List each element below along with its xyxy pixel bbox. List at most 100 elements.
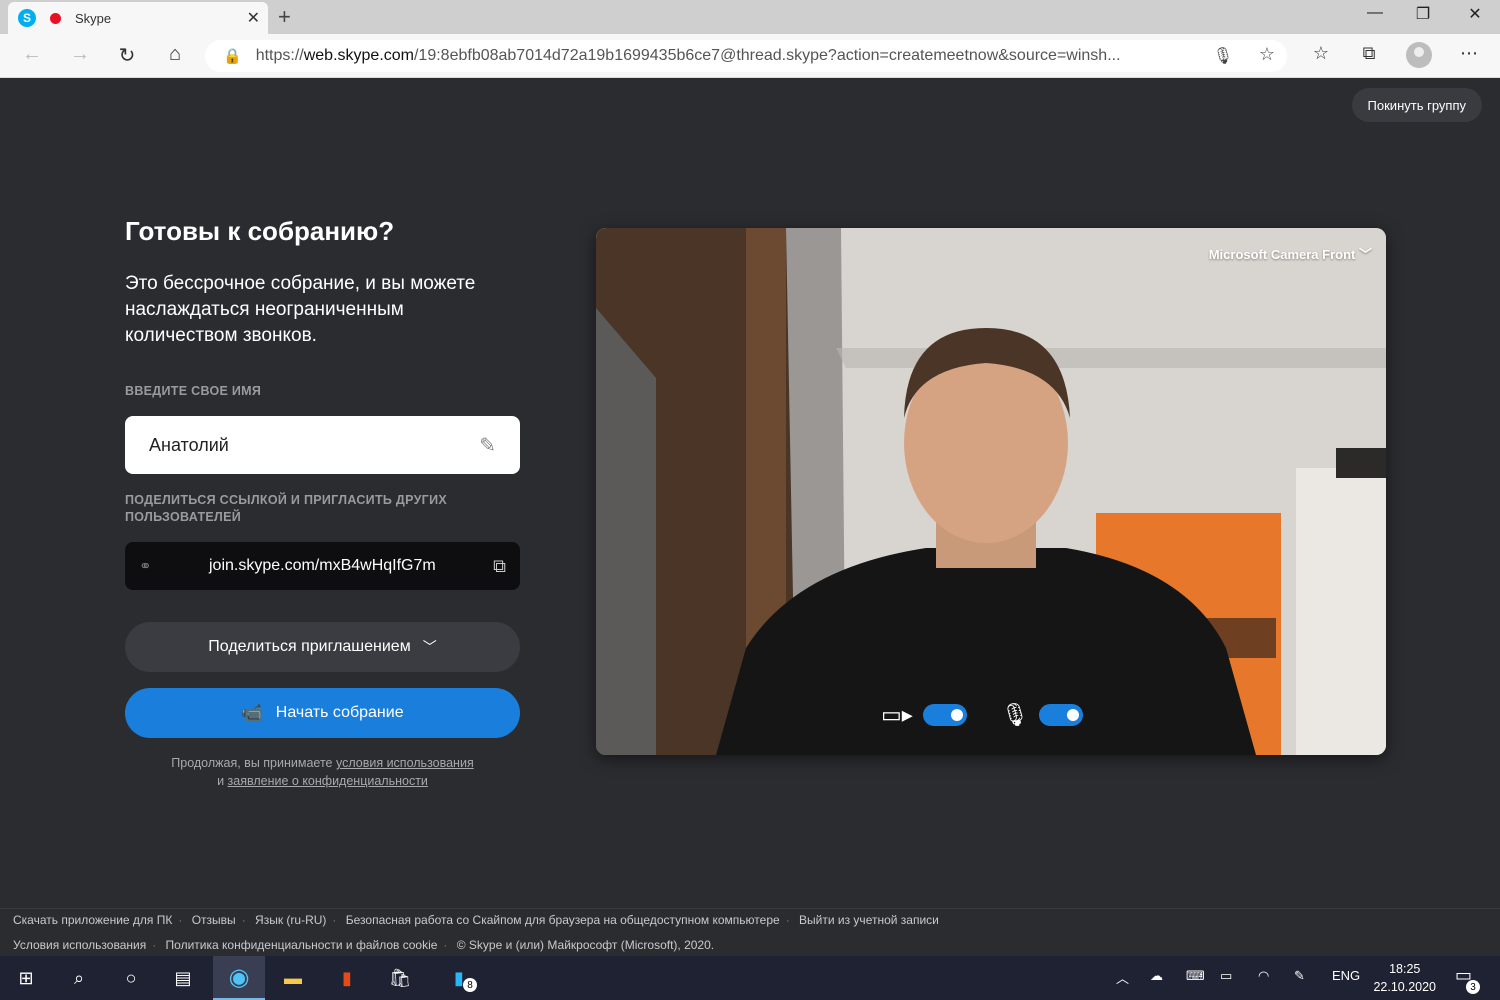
clock-date: 22.10.2020 xyxy=(1373,980,1436,994)
microphone-icon: 🎙 xyxy=(1000,702,1029,727)
page-footer: Скачать приложение для ПК · Отзывы · Язык … xyxy=(0,908,1500,956)
battery-icon[interactable]: ▭ xyxy=(1220,968,1232,984)
separator: · xyxy=(178,913,183,927)
separator: · xyxy=(785,913,790,927)
url-host: web.skype.com xyxy=(303,47,414,64)
more-icon[interactable]: ⋯ xyxy=(1454,43,1484,64)
browser-tab[interactable]: S Skype ✕ xyxy=(8,2,268,34)
footer-row-1: Скачать приложение для ПК · Отзывы · Язык … xyxy=(13,913,939,927)
app-icon[interactable]: ▮ 8 xyxy=(433,956,485,1000)
address-toolbar: ← → ↻ ⌂ 🔒 https://web.skype.com/19:8ebfb… xyxy=(0,34,1500,78)
microphone-toggle[interactable] xyxy=(1038,704,1083,726)
favorites-icon[interactable]: ☆ xyxy=(1306,43,1336,64)
name-field[interactable]: Анатолий ✎ xyxy=(125,416,520,474)
privacy-link[interactable]: заявление о конфиденциальности xyxy=(228,774,428,788)
device-icon[interactable]: ⌨ xyxy=(1186,968,1205,984)
language-indicator[interactable]: ENG xyxy=(1332,968,1360,983)
pen-icon[interactable]: ✎ xyxy=(1294,968,1305,984)
camera-icon: ▭▸ xyxy=(881,702,913,727)
favorite-star-icon[interactable]: ☆ xyxy=(1259,44,1275,65)
forward-icon[interactable]: → xyxy=(66,43,94,66)
camera-toggle[interactable] xyxy=(922,704,967,726)
footer-download-link[interactable]: Скачать приложение для ПК xyxy=(13,913,172,927)
footer-privacy-link[interactable]: Политика конфиденциальности и файлов coo… xyxy=(166,938,438,952)
terms-notice: Продолжая, вы принимаете условия использ… xyxy=(125,754,520,790)
start-meeting-label: Начать собрание xyxy=(275,704,404,721)
collections-icon[interactable]: ⧉ xyxy=(1354,43,1384,64)
name-label: ВВЕДИТЕ СВОЕ ИМЯ xyxy=(125,384,262,398)
lock-icon: 🔒 xyxy=(223,48,242,65)
minimize-icon[interactable]: — xyxy=(1352,4,1398,22)
page-title: Готовы к собранию? xyxy=(125,216,395,246)
back-icon[interactable]: ← xyxy=(18,43,46,66)
search-icon[interactable]: ⌕ xyxy=(53,956,105,1000)
onedrive-icon[interactable]: ☁ xyxy=(1150,968,1163,984)
footer-safety-link[interactable]: Безопасная работа со Скайпом для браузер… xyxy=(346,913,780,927)
refresh-icon[interactable]: ↻ xyxy=(113,43,141,68)
wifi-icon[interactable]: ◠ xyxy=(1258,968,1269,984)
share-link-field[interactable]: ⚭ join.skype.com/mxB4wHqIfG7m ⧉ xyxy=(125,542,520,590)
office-icon[interactable]: ▮ xyxy=(321,956,373,1000)
terms-link[interactable]: условия использования xyxy=(336,756,474,770)
app-badge: 8 xyxy=(463,978,477,992)
footer-copyright: © Skype и (или) Майкрософт (Microsoft), … xyxy=(456,938,715,952)
edge-browser-icon[interactable]: ◉ xyxy=(213,956,265,1000)
voice-search-icon[interactable]: 🎙 xyxy=(1213,46,1233,66)
video-camera-icon: 📹 xyxy=(241,702,264,723)
share-label: ПОДЕЛИТЬСЯ ССЫЛКОЙ И ПРИГЛАСИТЬ ДРУГИХ П… xyxy=(125,493,447,524)
meeting-page: Покинуть группу Готовы к собранию? Это б… xyxy=(0,78,1500,908)
windows-start-icon[interactable]: ⊞ xyxy=(0,956,52,1000)
file-explorer-icon[interactable]: ▬ xyxy=(267,956,319,1000)
leave-group-button[interactable]: Покинуть группу xyxy=(1351,88,1482,122)
footer-terms-link[interactable]: Условия использования xyxy=(13,938,146,952)
close-window-icon[interactable]: ✕ xyxy=(1452,4,1498,24)
share-link[interactable]: join.skype.com/mxB4wHqIfG7m xyxy=(152,557,494,575)
taskbar: ⊞ ⌕ ○ ▤ ◉ ▬ ▮ 🛍 ▮ 8 ︿ ☁ ⌨ ▭ ◠ ✎ ENG 18:2… xyxy=(0,956,1500,1000)
new-tab-icon[interactable]: + xyxy=(278,4,291,30)
preview-controls: ▭▸ 🎙 xyxy=(881,702,1083,728)
recording-icon xyxy=(50,12,61,24)
chevron-down-icon: ﹀ xyxy=(422,639,437,655)
separator: · xyxy=(443,938,448,952)
terms-prefix: Продолжая, вы принимаете xyxy=(171,756,333,770)
tray-chevron-icon[interactable]: ︿ xyxy=(1116,968,1129,987)
page-description: Это бессрочное собрание, и вы можете нас… xyxy=(125,273,476,346)
profile-avatar[interactable] xyxy=(1406,42,1432,68)
edit-pencil-icon[interactable]: ✎ xyxy=(479,433,496,458)
camera-select[interactable]: Microsoft Camera Front ﹀ xyxy=(1209,244,1372,263)
url-prefix: https:// xyxy=(255,47,304,64)
clock-time: 18:25 xyxy=(1389,962,1421,976)
footer-signout-link[interactable]: Выйти из учетной записи xyxy=(799,913,939,927)
link-icon: ⚭ xyxy=(139,558,152,575)
copy-icon[interactable]: ⧉ xyxy=(493,556,506,577)
url-path: /19:8ebfb08ab7014d72a19b1699435b6ce7@thr… xyxy=(413,47,1121,64)
tab-title: Skype xyxy=(75,10,112,26)
tab-strip: S Skype ✕ + — ❐ ✕ xyxy=(0,0,1500,34)
video-preview: Microsoft Camera Front ﹀ ▭▸ 🎙 xyxy=(596,228,1386,755)
join-panel: Готовы к собранию? Это бессрочное собран… xyxy=(125,216,520,790)
cortana-icon[interactable]: ○ xyxy=(105,956,157,1000)
task-view-icon[interactable]: ▤ xyxy=(157,956,209,1000)
start-meeting-button[interactable]: 📹 Начать собрание xyxy=(125,688,520,738)
share-invite-label: Поделиться приглашением xyxy=(208,638,411,655)
url-field[interactable]: 🔒 https://web.skype.com/19:8ebfb08ab7014… xyxy=(205,40,1287,72)
separator: · xyxy=(241,913,246,927)
separator: · xyxy=(152,938,157,952)
skype-logo-icon: S xyxy=(18,9,36,27)
clock[interactable]: 18:25 22.10.2020 xyxy=(1373,960,1436,996)
footer-feedback-link[interactable]: Отзывы xyxy=(192,913,236,927)
terms-and: и xyxy=(217,774,225,788)
camera-name: Microsoft Camera Front xyxy=(1208,247,1356,262)
chevron-down-icon: ﹀ xyxy=(1358,247,1372,262)
separator: · xyxy=(332,913,337,927)
store-icon[interactable]: 🛍 xyxy=(374,956,426,1000)
restore-icon[interactable]: ❐ xyxy=(1400,4,1446,24)
notification-badge: 3 xyxy=(1466,980,1480,994)
close-tab-icon[interactable]: ✕ xyxy=(247,8,260,28)
name-value: Анатолий xyxy=(149,434,229,455)
home-icon[interactable]: ⌂ xyxy=(161,43,189,66)
footer-row-2: Условия использования · Политика конфиден… xyxy=(13,938,714,952)
footer-language-link[interactable]: Язык (ru-RU) xyxy=(255,913,326,927)
share-invite-button[interactable]: Поделиться приглашением ﹀ xyxy=(125,622,520,672)
camera-feed-image xyxy=(596,228,1386,755)
